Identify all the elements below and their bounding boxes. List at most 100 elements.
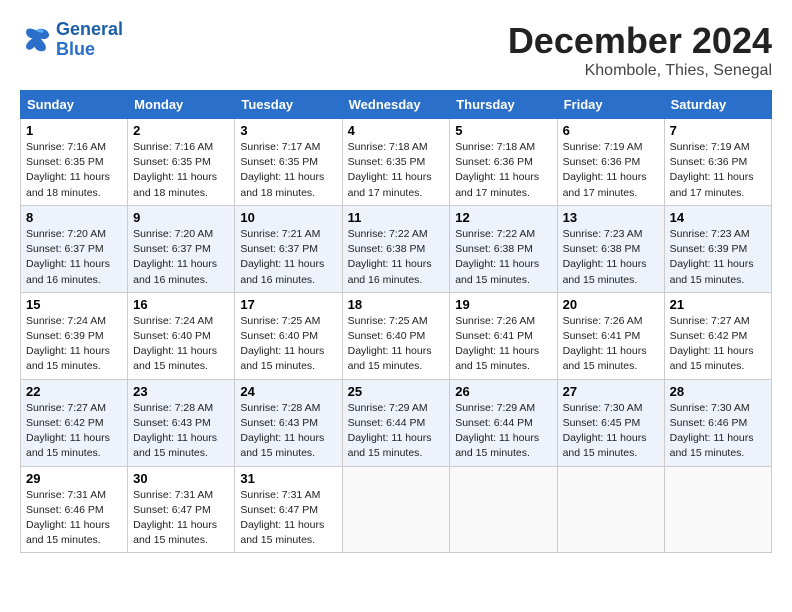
day-info: Sunrise: 7:20 AM Sunset: 6:37 PM Dayligh… <box>26 227 122 288</box>
day-info: Sunrise: 7:18 AM Sunset: 6:35 PM Dayligh… <box>348 140 445 201</box>
weekday-header-cell: Saturday <box>664 91 771 119</box>
calendar-day-cell: 7 Sunrise: 7:19 AM Sunset: 6:36 PM Dayli… <box>664 119 771 206</box>
day-number: 29 <box>26 471 122 486</box>
day-number: 9 <box>133 210 229 225</box>
day-number: 22 <box>26 384 122 399</box>
title-block: December 2024 Khombole, Thies, Senegal <box>508 20 772 80</box>
calendar-week-row: 15 Sunrise: 7:24 AM Sunset: 6:39 PM Dayl… <box>21 292 772 379</box>
calendar-day-cell: 15 Sunrise: 7:24 AM Sunset: 6:39 PM Dayl… <box>21 292 128 379</box>
calendar-day-cell <box>664 466 771 553</box>
day-number: 13 <box>563 210 659 225</box>
weekday-header-cell: Thursday <box>450 91 557 119</box>
day-info: Sunrise: 7:22 AM Sunset: 6:38 PM Dayligh… <box>455 227 551 288</box>
day-number: 5 <box>455 123 551 138</box>
day-info: Sunrise: 7:23 AM Sunset: 6:39 PM Dayligh… <box>670 227 766 288</box>
day-number: 8 <box>26 210 122 225</box>
calendar-day-cell: 27 Sunrise: 7:30 AM Sunset: 6:45 PM Dayl… <box>557 379 664 466</box>
weekday-header-cell: Sunday <box>21 91 128 119</box>
page-header: General Blue December 2024 Khombole, Thi… <box>20 20 772 80</box>
calendar-day-cell: 30 Sunrise: 7:31 AM Sunset: 6:47 PM Dayl… <box>128 466 235 553</box>
calendar-day-cell: 9 Sunrise: 7:20 AM Sunset: 6:37 PM Dayli… <box>128 205 235 292</box>
day-info: Sunrise: 7:22 AM Sunset: 6:38 PM Dayligh… <box>348 227 445 288</box>
calendar-day-cell: 28 Sunrise: 7:30 AM Sunset: 6:46 PM Dayl… <box>664 379 771 466</box>
day-info: Sunrise: 7:25 AM Sunset: 6:40 PM Dayligh… <box>348 314 445 375</box>
day-number: 6 <box>563 123 659 138</box>
day-info: Sunrise: 7:20 AM Sunset: 6:37 PM Dayligh… <box>133 227 229 288</box>
calendar-day-cell <box>450 466 557 553</box>
day-number: 7 <box>670 123 766 138</box>
day-number: 1 <box>26 123 122 138</box>
calendar-day-cell: 3 Sunrise: 7:17 AM Sunset: 6:35 PM Dayli… <box>235 119 342 206</box>
calendar-table: SundayMondayTuesdayWednesdayThursdayFrid… <box>20 90 772 553</box>
calendar-day-cell: 18 Sunrise: 7:25 AM Sunset: 6:40 PM Dayl… <box>342 292 450 379</box>
calendar-day-cell: 22 Sunrise: 7:27 AM Sunset: 6:42 PM Dayl… <box>21 379 128 466</box>
weekday-header-cell: Tuesday <box>235 91 342 119</box>
day-number: 27 <box>563 384 659 399</box>
day-info: Sunrise: 7:27 AM Sunset: 6:42 PM Dayligh… <box>670 314 766 375</box>
calendar-day-cell: 11 Sunrise: 7:22 AM Sunset: 6:38 PM Dayl… <box>342 205 450 292</box>
day-number: 15 <box>26 297 122 312</box>
day-info: Sunrise: 7:29 AM Sunset: 6:44 PM Dayligh… <box>455 401 551 462</box>
day-info: Sunrise: 7:24 AM Sunset: 6:40 PM Dayligh… <box>133 314 229 375</box>
weekday-header-cell: Monday <box>128 91 235 119</box>
day-info: Sunrise: 7:30 AM Sunset: 6:46 PM Dayligh… <box>670 401 766 462</box>
calendar-day-cell: 31 Sunrise: 7:31 AM Sunset: 6:47 PM Dayl… <box>235 466 342 553</box>
weekday-header-cell: Friday <box>557 91 664 119</box>
location-title: Khombole, Thies, Senegal <box>508 62 772 80</box>
calendar-day-cell: 23 Sunrise: 7:28 AM Sunset: 6:43 PM Dayl… <box>128 379 235 466</box>
day-info: Sunrise: 7:26 AM Sunset: 6:41 PM Dayligh… <box>455 314 551 375</box>
calendar-day-cell: 14 Sunrise: 7:23 AM Sunset: 6:39 PM Dayl… <box>664 205 771 292</box>
calendar-day-cell <box>557 466 664 553</box>
day-number: 28 <box>670 384 766 399</box>
day-info: Sunrise: 7:25 AM Sunset: 6:40 PM Dayligh… <box>240 314 336 375</box>
calendar-day-cell: 25 Sunrise: 7:29 AM Sunset: 6:44 PM Dayl… <box>342 379 450 466</box>
day-number: 31 <box>240 471 336 486</box>
day-number: 10 <box>240 210 336 225</box>
calendar-day-cell: 16 Sunrise: 7:24 AM Sunset: 6:40 PM Dayl… <box>128 292 235 379</box>
calendar-day-cell: 1 Sunrise: 7:16 AM Sunset: 6:35 PM Dayli… <box>21 119 128 206</box>
calendar-day-cell: 2 Sunrise: 7:16 AM Sunset: 6:35 PM Dayli… <box>128 119 235 206</box>
day-number: 24 <box>240 384 336 399</box>
day-number: 21 <box>670 297 766 312</box>
day-number: 30 <box>133 471 229 486</box>
calendar-day-cell: 17 Sunrise: 7:25 AM Sunset: 6:40 PM Dayl… <box>235 292 342 379</box>
day-number: 3 <box>240 123 336 138</box>
calendar-day-cell: 26 Sunrise: 7:29 AM Sunset: 6:44 PM Dayl… <box>450 379 557 466</box>
logo-icon <box>20 24 52 56</box>
day-number: 12 <box>455 210 551 225</box>
day-info: Sunrise: 7:31 AM Sunset: 6:47 PM Dayligh… <box>240 488 336 549</box>
day-info: Sunrise: 7:16 AM Sunset: 6:35 PM Dayligh… <box>133 140 229 201</box>
calendar-week-row: 1 Sunrise: 7:16 AM Sunset: 6:35 PM Dayli… <box>21 119 772 206</box>
calendar-day-cell: 20 Sunrise: 7:26 AM Sunset: 6:41 PM Dayl… <box>557 292 664 379</box>
logo: General Blue <box>20 20 123 60</box>
day-info: Sunrise: 7:18 AM Sunset: 6:36 PM Dayligh… <box>455 140 551 201</box>
day-info: Sunrise: 7:24 AM Sunset: 6:39 PM Dayligh… <box>26 314 122 375</box>
logo-text: General Blue <box>56 20 123 60</box>
calendar-day-cell: 21 Sunrise: 7:27 AM Sunset: 6:42 PM Dayl… <box>664 292 771 379</box>
weekday-header-cell: Wednesday <box>342 91 450 119</box>
day-number: 16 <box>133 297 229 312</box>
day-info: Sunrise: 7:19 AM Sunset: 6:36 PM Dayligh… <box>670 140 766 201</box>
day-info: Sunrise: 7:26 AM Sunset: 6:41 PM Dayligh… <box>563 314 659 375</box>
calendar-day-cell: 13 Sunrise: 7:23 AM Sunset: 6:38 PM Dayl… <box>557 205 664 292</box>
calendar-week-row: 22 Sunrise: 7:27 AM Sunset: 6:42 PM Dayl… <box>21 379 772 466</box>
day-number: 26 <box>455 384 551 399</box>
day-info: Sunrise: 7:29 AM Sunset: 6:44 PM Dayligh… <box>348 401 445 462</box>
calendar-week-row: 29 Sunrise: 7:31 AM Sunset: 6:46 PM Dayl… <box>21 466 772 553</box>
month-title: December 2024 <box>508 20 772 62</box>
day-info: Sunrise: 7:27 AM Sunset: 6:42 PM Dayligh… <box>26 401 122 462</box>
day-info: Sunrise: 7:30 AM Sunset: 6:45 PM Dayligh… <box>563 401 659 462</box>
calendar-day-cell: 6 Sunrise: 7:19 AM Sunset: 6:36 PM Dayli… <box>557 119 664 206</box>
calendar-day-cell: 12 Sunrise: 7:22 AM Sunset: 6:38 PM Dayl… <box>450 205 557 292</box>
day-number: 11 <box>348 210 445 225</box>
day-info: Sunrise: 7:16 AM Sunset: 6:35 PM Dayligh… <box>26 140 122 201</box>
day-info: Sunrise: 7:21 AM Sunset: 6:37 PM Dayligh… <box>240 227 336 288</box>
day-info: Sunrise: 7:31 AM Sunset: 6:47 PM Dayligh… <box>133 488 229 549</box>
weekday-header-row: SundayMondayTuesdayWednesdayThursdayFrid… <box>21 91 772 119</box>
calendar-day-cell: 10 Sunrise: 7:21 AM Sunset: 6:37 PM Dayl… <box>235 205 342 292</box>
calendar-week-row: 8 Sunrise: 7:20 AM Sunset: 6:37 PM Dayli… <box>21 205 772 292</box>
calendar-day-cell: 5 Sunrise: 7:18 AM Sunset: 6:36 PM Dayli… <box>450 119 557 206</box>
day-info: Sunrise: 7:17 AM Sunset: 6:35 PM Dayligh… <box>240 140 336 201</box>
day-info: Sunrise: 7:31 AM Sunset: 6:46 PM Dayligh… <box>26 488 122 549</box>
day-number: 20 <box>563 297 659 312</box>
